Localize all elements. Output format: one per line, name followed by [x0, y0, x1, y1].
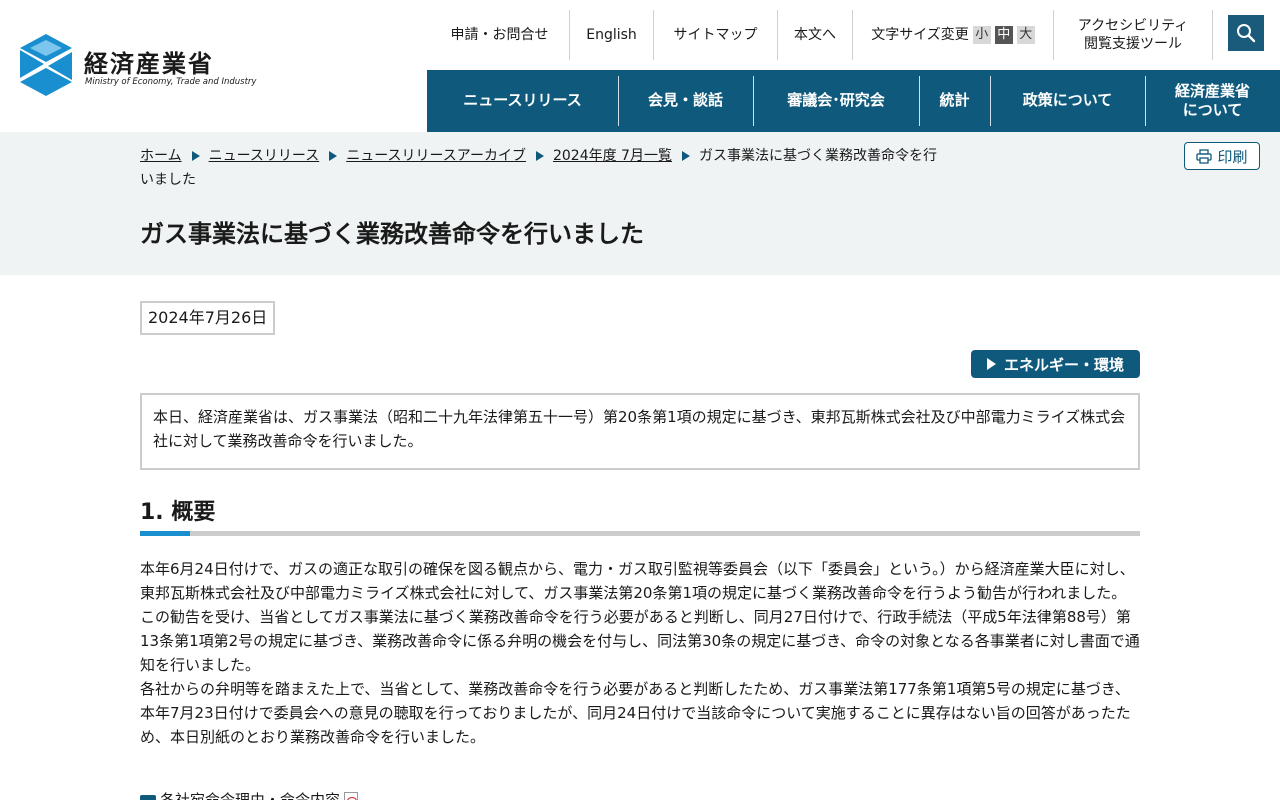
print-button[interactable]: 印刷 [1184, 142, 1260, 170]
util-contact-link[interactable]: 申請・お問合せ [430, 10, 570, 60]
pdf-icon [344, 792, 359, 800]
search-button[interactable] [1228, 15, 1264, 51]
breadcrumb-arrow-icon [681, 151, 690, 161]
nav-press-conference[interactable]: 会見・談話 [618, 70, 753, 132]
nav-council[interactable]: 審議会･研究会 [753, 70, 919, 132]
play-arrow-icon [986, 358, 996, 370]
breadcrumb-arrow-icon [329, 151, 338, 161]
summary-box: 本日、経済産業省は、ガス事業法（昭和二十九年法律第五十一号）第20条第1項の規定… [140, 393, 1140, 470]
meti-logo[interactable]: 経済産業省 Ministry of Economy, Trade and Ind… [20, 34, 260, 98]
section-title: 1. 概要 [140, 500, 216, 525]
section-heading: 1. 概要 [140, 498, 1140, 538]
category-label: エネルギー・環境 [1003, 355, 1124, 374]
font-size-label: 文字サイズ変更 [871, 26, 969, 43]
breadcrumb-archive[interactable]: ニュースリリースアーカイブ [346, 148, 526, 164]
page-title: ガス事業法に基づく業務改善命令を行いました [140, 220, 644, 248]
util-skip-link[interactable]: 本文へ [778, 10, 853, 60]
nav-statistics[interactable]: 統計 [919, 70, 990, 132]
search-icon [1237, 24, 1256, 43]
nav-about-line2: について [1182, 101, 1243, 119]
body-paragraph: 本年6月24日付けで、ガスの適正な取引の確保を図る観点から、電力・ガス取引監視等… [140, 560, 1135, 602]
font-size-small-button[interactable]: 小 [972, 26, 991, 44]
font-size-medium-button[interactable]: 中 [994, 26, 1013, 44]
breadcrumb: ホーム ニュースリリース ニュースリリースアーカイブ 2024年度 7月一覧 ガス事業法… [140, 144, 950, 192]
breadcrumb-home[interactable]: ホーム [140, 148, 182, 164]
utility-nav: 申請・お問合せ English サイトマップ 本文へ 文字サイズ変更 小 中 大… [430, 10, 1213, 60]
category-tag[interactable]: エネルギー・環境 [971, 350, 1140, 378]
section-rule [140, 531, 1140, 536]
breadcrumb-month[interactable]: 2024年度 7月一覧 [553, 148, 672, 164]
breadcrumb-news[interactable]: ニュースリリース [209, 148, 320, 164]
meti-logo-mark-icon [20, 34, 72, 96]
nav-news-release[interactable]: ニュースリリース [427, 70, 618, 132]
section-rule-accent [140, 531, 190, 536]
attachment-link[interactable]: 各社宛命令理由・命令内容 [140, 788, 359, 800]
nav-about[interactable]: 経済産業省 について [1145, 70, 1280, 132]
site-header: 経済産業省 Ministry of Economy, Trade and Ind… [0, 0, 1280, 132]
font-size-control: 文字サイズ変更 小 中 大 [853, 10, 1054, 60]
util-english-link[interactable]: English [570, 10, 654, 60]
logo-subtitle: Ministry of Economy, Trade and Industry [85, 77, 257, 87]
bullet-icon [140, 795, 156, 800]
print-label: 印刷 [1217, 147, 1248, 166]
section-body: 本年6月24日付けで、ガスの適正な取引の確保を図る観点から、電力・ガス取引監視等… [140, 557, 1140, 749]
nav-about-line1: 経済産業省 [1174, 81, 1250, 100]
accessibility-line2: 閲覧支援ツール [1084, 36, 1182, 52]
accessibility-tool-link[interactable]: アクセシビリティ 閲覧支援ツール [1054, 10, 1213, 60]
logo-title: 経済産業省 [84, 50, 214, 78]
release-date: 2024年7月26日 [140, 301, 276, 335]
util-sitemap-link[interactable]: サイトマップ [654, 10, 778, 60]
body-paragraph: 各社からの弁明等を踏まえた上で、当省として、業務改善命令を行う必要があると判断し… [140, 680, 1131, 746]
printer-icon [1196, 148, 1213, 164]
main-nav: ニュースリリース 会見・談話 審議会･研究会 統計 政策について 経済産業省 に… [427, 70, 1280, 132]
breadcrumb-arrow-icon [191, 151, 200, 161]
title-band: ホーム ニュースリリース ニュースリリースアーカイブ 2024年度 7月一覧ガス事業法… [0, 132, 1280, 275]
nav-policy[interactable]: 政策について [990, 70, 1145, 132]
accessibility-line1: アクセシビリティ [1077, 17, 1189, 34]
attachment-label: 各社宛命令理由・命令内容 [160, 791, 341, 800]
breadcrumb-arrow-icon [535, 151, 544, 161]
body-paragraph: この勧告を受け、当省としてガス事業法に基づく業務改善命令を行う必要があると判断し… [140, 608, 1140, 674]
font-size-large-button[interactable]: 大 [1016, 26, 1035, 44]
